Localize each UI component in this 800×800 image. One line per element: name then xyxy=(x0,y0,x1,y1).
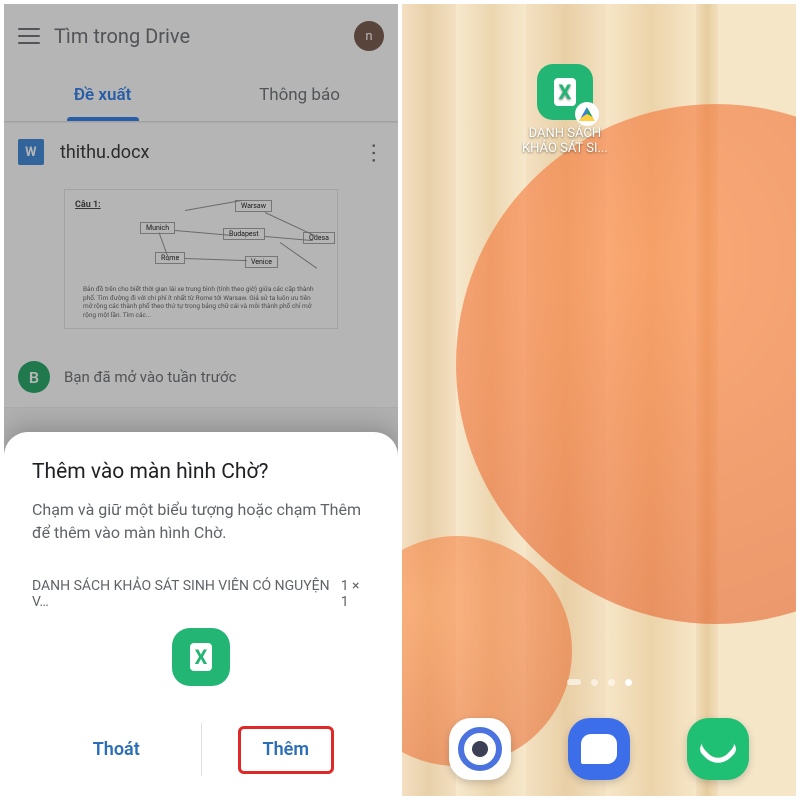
add-to-home-sheet: Thêm vào màn hình Chờ? Chạm và giữ một b… xyxy=(4,432,398,796)
file-name: thithu.docx xyxy=(60,142,347,163)
dock xyxy=(402,718,796,780)
word-file-icon: W xyxy=(18,139,44,165)
sheet-size-hint: 1 × 1 xyxy=(341,578,370,610)
graph-node: Warsaw xyxy=(235,200,272,212)
account-avatar[interactable]: n xyxy=(354,21,384,51)
shortcut-label-line1: DANH SÁCH xyxy=(522,126,608,141)
sheet-title: Thêm vào màn hình Chờ? xyxy=(32,460,370,484)
shortcut-excel-icon: X xyxy=(537,64,593,120)
search-input[interactable]: Tìm trong Drive xyxy=(54,24,340,48)
drive-tabs: Đề xuất Thông báo xyxy=(4,68,398,122)
more-icon[interactable]: ⋯ xyxy=(361,142,386,163)
preview-paragraph: Bản đồ trên cho biết thời gian lái xe tr… xyxy=(83,285,319,320)
shortcut-icon-preview[interactable]: X xyxy=(172,628,230,686)
dock-phone-icon[interactable] xyxy=(687,718,749,780)
tab-suggested[interactable]: Đề xuất xyxy=(4,68,201,121)
graph-node: Rome xyxy=(155,252,185,264)
sheet-description: Chạm và giữ một biểu tượng hoặc chạm Thê… xyxy=(32,498,370,544)
cancel-button[interactable]: Thoát xyxy=(32,723,201,776)
file-row[interactable]: W thithu.docx ⋯ xyxy=(4,122,398,175)
menu-icon[interactable] xyxy=(18,28,40,44)
tab-notifications[interactable]: Thông báo xyxy=(201,68,398,121)
shortcut-label-line2: KHẢO SÁT SI... xyxy=(522,141,608,156)
drive-topbar: Tìm trong Drive n xyxy=(4,4,398,68)
user-avatar-b: B xyxy=(18,361,50,393)
opened-text: Bạn đã mở vào tuần trước xyxy=(64,368,236,386)
add-button[interactable]: Thêm xyxy=(202,723,371,776)
graph-node: Venice xyxy=(245,256,278,268)
drive-badge-icon xyxy=(575,102,599,126)
opened-row: B Bạn đã mở vào tuần trước xyxy=(4,347,398,408)
dock-messages-icon[interactable] xyxy=(568,718,630,780)
sheet-file-label: DANH SÁCH KHẢO SÁT SINH VIÊN CÓ NGUYỆN V… xyxy=(32,578,341,610)
dock-browser-icon[interactable] xyxy=(449,718,511,780)
home-shortcut[interactable]: X DANH SÁCH KHẢO SÁT SI... xyxy=(522,64,608,156)
file-preview[interactable]: Câu 1: Warsaw Munich Budapest Odesa Rome… xyxy=(4,175,398,347)
page-indicator xyxy=(402,679,796,686)
red-highlight-box xyxy=(238,726,334,774)
